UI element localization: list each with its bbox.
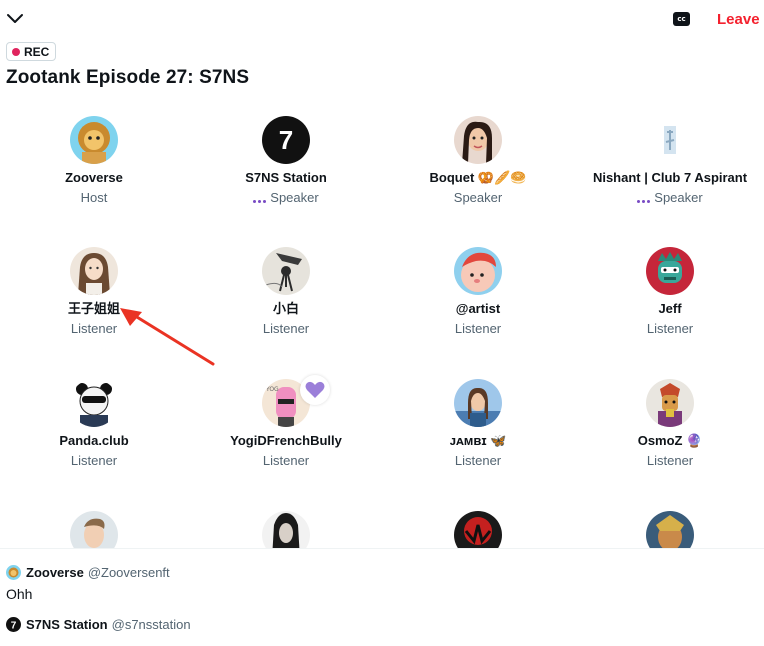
chevron-down-icon[interactable] [6, 10, 24, 28]
chat-feed: Zooverse @Zooversenft Ohh 7 S7NS Station… [0, 549, 764, 646]
avatar [646, 511, 694, 548]
svg-text:7: 7 [279, 125, 293, 155]
avatar [646, 116, 694, 164]
participants-grid: Zooverse Host 7 S7NS Station Speaker Boq… [0, 114, 764, 548]
avatar [454, 116, 502, 164]
participant-yogidfrenchbully[interactable]: YOG YogiDFrenchBully Listener [190, 375, 382, 469]
chat-author-handle[interactable]: @Zooversenft [88, 565, 170, 580]
participant-name: OsmoZ 🔮 [637, 433, 703, 448]
avatar: 7 [6, 616, 21, 632]
participant-row4-3[interactable] [382, 511, 574, 548]
avatar [262, 247, 310, 295]
recording-label: REC [24, 44, 50, 59]
avatar: 7 [262, 116, 310, 164]
avatar [646, 379, 694, 427]
participant-wangzijiejie[interactable]: 王子姐姐 Listener [0, 247, 190, 337]
chat-message: Zooverse @Zooversenft Ohh [6, 564, 170, 602]
participant-role: Speaker [190, 190, 382, 206]
avatar [454, 379, 502, 427]
chat-author-name[interactable]: Zooverse [26, 565, 84, 580]
participant-role: Listener [646, 321, 694, 336]
participant-name: YogiDFrenchBully [230, 433, 342, 448]
avatar [6, 564, 21, 580]
participant-name: 小白 [272, 301, 299, 316]
participant-name: Zooverse [65, 170, 123, 185]
avatar [70, 511, 118, 548]
space-title: Zootank Episode 27: S7NS [6, 67, 250, 88]
participant-osmoz[interactable]: OsmoZ 🔮 Listener [574, 379, 764, 469]
avatar [70, 379, 118, 427]
recording-dot-icon [12, 47, 20, 56]
participant-role: Host [80, 190, 108, 205]
avatar [454, 247, 502, 295]
participant-name: ᴊᴀᴍʙɪ 🦋 [449, 433, 507, 448]
participant-nishant[interactable]: Nishant | Club 7 Aspirant Speaker [574, 116, 764, 206]
avatar [70, 116, 118, 164]
participant-row4-2[interactable] [190, 511, 382, 548]
chat-message: 7 S7NS Station @s7nsstation [6, 616, 191, 638]
participant-jeff[interactable]: Jeff Listener [574, 247, 764, 337]
participant-name: Boquet 🥨🥖🥯 [429, 170, 527, 185]
speaking-indicator-icon [253, 193, 267, 203]
participant-boquet[interactable]: Boquet 🥨🥖🥯 Speaker [382, 116, 574, 206]
captions-icon[interactable]: cc [673, 12, 690, 26]
top-bar: cc Leave [0, 0, 764, 40]
chat-author-handle[interactable]: @s7nsstation [112, 617, 191, 632]
participant-name: Jeff [658, 301, 682, 316]
participant-role: Speaker [453, 190, 503, 205]
avatar [454, 511, 502, 548]
participant-name: Nishant | Club 7 Aspirant [592, 170, 748, 185]
heart-reaction-icon [300, 375, 330, 405]
chat-message-header: Zooverse @Zooversenft [6, 564, 170, 580]
participant-role: Listener [454, 321, 502, 336]
chat-message-header: 7 S7NS Station @s7nsstation [6, 616, 191, 632]
chat-author-name[interactable]: S7NS Station [26, 617, 108, 632]
participant-xiaobai[interactable]: 小白 Listener [190, 247, 382, 337]
svg-text:YOG: YOG [265, 386, 279, 393]
participant-role: Speaker [574, 190, 764, 206]
participant-name: Panda.club [59, 433, 129, 448]
participant-role: Listener [70, 321, 118, 336]
leave-button[interactable]: Leave [717, 11, 760, 28]
participant-role: Listener [646, 453, 694, 468]
participant-role: Listener [262, 321, 310, 336]
avatar [262, 511, 310, 548]
participant-name: S7NS Station [245, 170, 327, 185]
participant-role: Listener [262, 453, 310, 468]
participant-panda-club[interactable]: Panda.club Listener [0, 379, 190, 469]
participant-role: Listener [454, 453, 502, 468]
speaking-indicator-icon [637, 193, 651, 203]
avatar [70, 247, 118, 295]
participant-name: 王子姐姐 [67, 301, 120, 316]
participant-s7ns-station[interactable]: 7 S7NS Station Speaker [190, 116, 382, 206]
avatar [646, 247, 694, 295]
chat-message-text: Ohh [6, 586, 33, 602]
participant-row4-1[interactable] [0, 511, 190, 548]
participant-name: @artist [455, 301, 501, 316]
participant-row4-4[interactable] [574, 511, 764, 548]
recording-badge: REC [6, 42, 57, 61]
participant-role: Listener [70, 453, 118, 468]
participant-jambi[interactable]: ᴊᴀᴍʙɪ 🦋 Listener [382, 379, 574, 469]
participant-zooverse[interactable]: Zooverse Host [0, 116, 190, 206]
svg-text:7: 7 [11, 620, 17, 631]
participant-artist[interactable]: @artist Listener [382, 247, 574, 337]
